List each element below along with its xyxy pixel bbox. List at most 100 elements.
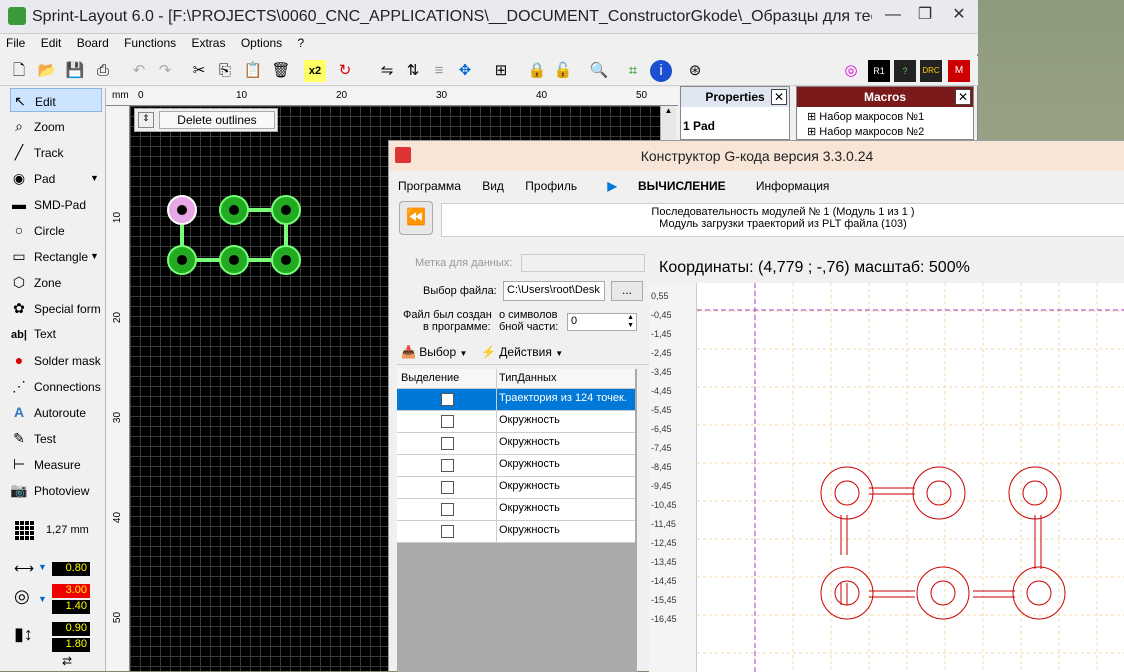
row-checkbox[interactable] bbox=[441, 459, 454, 472]
unlock-icon[interactable]: 🔓 bbox=[552, 60, 574, 82]
preview-plot[interactable]: 0,55 -0,45 -1,45 -2,45 -3,45 -4,45 -5,45… bbox=[649, 283, 1124, 672]
row-checkbox[interactable] bbox=[441, 481, 454, 494]
undo-icon[interactable]: ↶ bbox=[128, 60, 150, 82]
macros-item[interactable]: ⊞ Набор макросов №1 bbox=[807, 110, 924, 123]
mirror-v-icon[interactable]: ⇅ bbox=[402, 60, 424, 82]
menu-profile[interactable]: Профиль bbox=[516, 175, 586, 197]
open-folder-icon[interactable]: 📂 bbox=[36, 60, 58, 82]
smd-width-value[interactable]: 0.90 bbox=[52, 622, 90, 636]
group-icon[interactable]: ⊞ bbox=[490, 60, 512, 82]
trajectory[interactable] bbox=[820, 466, 1066, 620]
tool-test[interactable]: ✎ Test bbox=[10, 426, 102, 450]
circle-outline[interactable] bbox=[912, 466, 966, 520]
circle-hole[interactable] bbox=[1026, 580, 1052, 606]
browse-button[interactable]: ... bbox=[611, 281, 643, 301]
menu-compute[interactable]: ▶ ВЫЧИСЛЕНИЕ bbox=[589, 171, 743, 201]
track-path[interactable] bbox=[840, 487, 1042, 605]
check-icon[interactable]: ? bbox=[894, 60, 916, 82]
select-button[interactable]: 📥 Выбор ▼ bbox=[401, 345, 467, 359]
dropdown-arrow-icon[interactable]: ▼ bbox=[90, 166, 99, 190]
maximize-button[interactable]: ❐ bbox=[910, 4, 940, 26]
row-checkbox[interactable] bbox=[441, 503, 454, 516]
circle-outline[interactable] bbox=[916, 566, 970, 620]
grid-size[interactable]: 1,27 mm bbox=[46, 524, 89, 536]
table-row[interactable]: Окружность bbox=[397, 477, 635, 499]
expand-icon[interactable]: ⊞ bbox=[807, 111, 816, 123]
row-checkbox[interactable] bbox=[441, 525, 454, 538]
tool-text[interactable]: ab| Text bbox=[10, 322, 102, 346]
dropdown-arrow-icon[interactable]: ▼ bbox=[90, 244, 99, 268]
tool-autoroute[interactable]: A Autoroute bbox=[10, 400, 102, 424]
tool-smd-pad[interactable]: ▬ SMD-Pad bbox=[10, 192, 102, 216]
tool-zoom[interactable]: ⌕ Zoom bbox=[10, 114, 102, 138]
snap-icon[interactable]: ✥ bbox=[454, 60, 476, 82]
table-row[interactable]: Окружность bbox=[397, 411, 635, 433]
close-icon[interactable]: ✕ bbox=[771, 89, 787, 105]
pattern-icon[interactable]: ⊛ bbox=[684, 60, 706, 82]
zoom-icon[interactable]: 🔍 bbox=[588, 60, 610, 82]
tool-special-form[interactable]: ✿ Special form bbox=[10, 296, 102, 320]
col-selection[interactable]: Выделение bbox=[397, 369, 497, 389]
macro-icon[interactable]: M bbox=[948, 60, 970, 82]
pad-icon[interactable]: ◎ bbox=[840, 60, 862, 82]
canvas-scrollbar[interactable]: ▲ bbox=[660, 106, 676, 142]
new-file-icon[interactable]: 🗋 bbox=[8, 60, 30, 82]
tool-connections[interactable]: ⋰ Connections bbox=[10, 374, 102, 398]
menu-extras[interactable]: Extras bbox=[185, 34, 231, 52]
grid-icon[interactable] bbox=[14, 520, 34, 540]
menu-program[interactable]: Программа bbox=[389, 175, 470, 197]
tool-rectangle[interactable]: ▭ Rectangle ▼ bbox=[10, 244, 102, 268]
scroll-up-icon[interactable]: ▲ bbox=[661, 106, 676, 115]
redo-icon[interactable]: ↷ bbox=[154, 60, 176, 82]
menu-board[interactable]: Board bbox=[71, 34, 115, 52]
multiply-icon[interactable]: x2 bbox=[304, 60, 326, 82]
menu-file[interactable]: File bbox=[0, 34, 31, 52]
print-icon[interactable]: ⎙ bbox=[92, 60, 114, 82]
tool-measure[interactable]: ⊢ Measure bbox=[10, 452, 102, 476]
tool-edit[interactable]: ↖ Edit bbox=[10, 88, 102, 112]
symbols-spinner[interactable]: 0 ▲ ▼ bbox=[567, 313, 637, 331]
tool-pad[interactable]: ◉ Pad ▼ bbox=[10, 166, 102, 190]
dropdown-arrow-icon[interactable]: ▼ bbox=[38, 594, 47, 604]
file-path-input[interactable]: C:\Users\root\Desk bbox=[503, 281, 605, 301]
tool-circle[interactable]: ○ Circle bbox=[10, 218, 102, 242]
circle-outline[interactable] bbox=[1008, 466, 1062, 520]
save-icon[interactable]: 💾 bbox=[64, 60, 86, 82]
menu-help[interactable]: ? bbox=[292, 34, 311, 52]
circle-outline[interactable] bbox=[1012, 566, 1066, 620]
macros-item[interactable]: ⊞ Набор макросов №2 bbox=[807, 125, 924, 138]
circle-outline[interactable] bbox=[820, 466, 874, 520]
minimize-button[interactable]: — bbox=[878, 4, 908, 26]
table-row[interactable]: Окружность bbox=[397, 521, 635, 543]
info-icon[interactable]: i bbox=[650, 60, 672, 82]
table-row[interactable]: Окружность bbox=[397, 499, 635, 521]
track-width-value[interactable]: 0.80 bbox=[52, 562, 90, 576]
tool-zone[interactable]: ⬡ Zone bbox=[10, 270, 102, 294]
table-row[interactable]: Траектория из 124 точек. bbox=[397, 389, 635, 411]
menu-info[interactable]: Информация bbox=[747, 175, 838, 197]
drc-icon[interactable]: DRC bbox=[920, 60, 942, 82]
paste-icon[interactable]: 📋 bbox=[242, 60, 264, 82]
spinner-arrows-icon[interactable]: ▲ ▼ bbox=[627, 314, 634, 330]
delete-outlines-button[interactable]: Delete outlines bbox=[159, 111, 275, 129]
back-button[interactable]: ⏪ bbox=[399, 201, 433, 235]
tool-solder-mask[interactable]: ● Solder mask bbox=[10, 348, 102, 372]
data-tag-input[interactable] bbox=[521, 254, 645, 272]
row-checkbox[interactable] bbox=[441, 393, 454, 406]
lock-icon[interactable]: 🔒 bbox=[526, 60, 548, 82]
crop-icon[interactable]: ⌗ bbox=[622, 60, 644, 82]
align-icon[interactable]: ≡ bbox=[428, 60, 450, 82]
mirror-h-icon[interactable]: ⇋ bbox=[376, 60, 398, 82]
table-row[interactable]: Окружность bbox=[397, 433, 635, 455]
delete-icon[interactable]: 🗑 bbox=[270, 60, 292, 82]
expand-icon[interactable]: ⊞ bbox=[807, 126, 816, 138]
r1-icon[interactable]: R1 bbox=[868, 60, 890, 82]
close-button[interactable]: ✕ bbox=[944, 4, 974, 26]
row-checkbox[interactable] bbox=[441, 437, 454, 450]
circle-hole[interactable] bbox=[930, 580, 956, 606]
copy-icon[interactable]: ⎘ bbox=[214, 60, 236, 82]
row-checkbox[interactable] bbox=[441, 415, 454, 428]
menu-edit[interactable]: Edit bbox=[35, 34, 68, 52]
table-row[interactable]: Окружность bbox=[397, 455, 635, 477]
tool-track[interactable]: ╱ Track bbox=[10, 140, 102, 164]
